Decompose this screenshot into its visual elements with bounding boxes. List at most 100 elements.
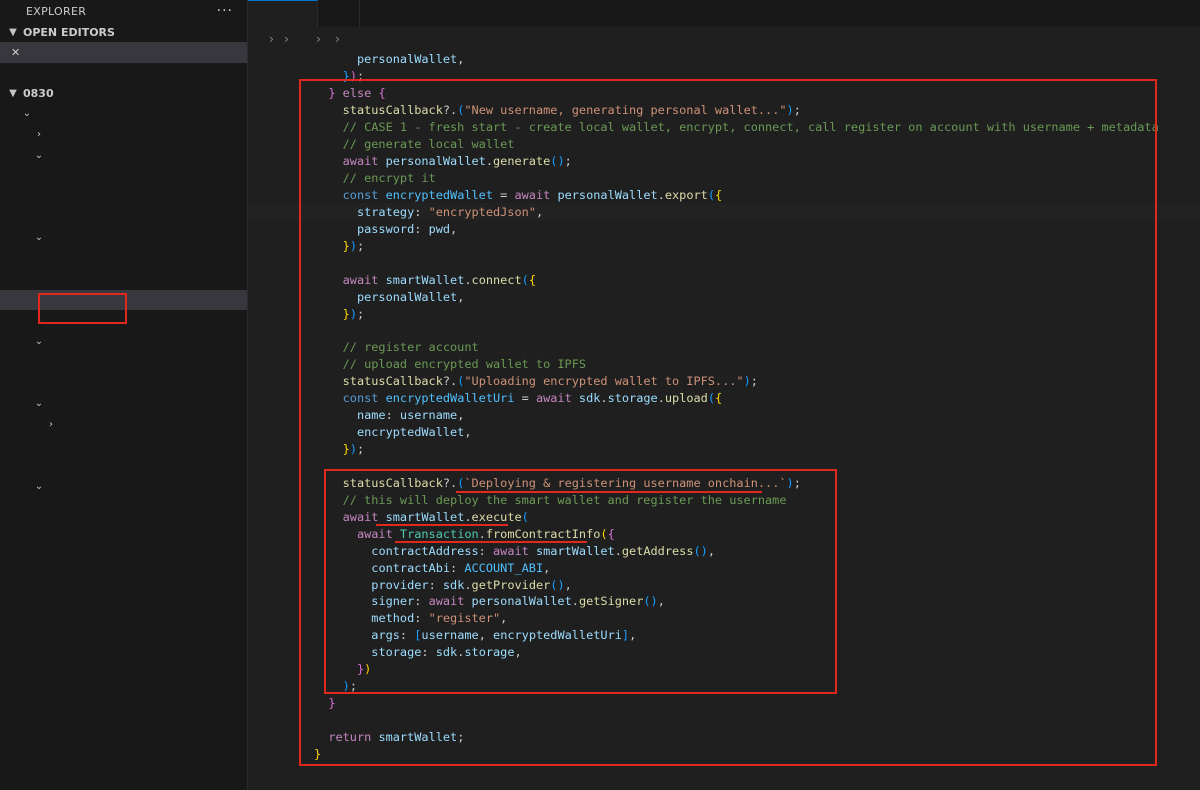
folder-item[interactable]: ⌄ — [0, 145, 247, 166]
code-line[interactable]: const encryptedWallet = await personalWa… — [248, 187, 1200, 204]
folder-item[interactable]: ⌄ — [0, 331, 247, 352]
code-line[interactable] — [248, 254, 1200, 271]
folder-item[interactable]: ⌄ — [0, 393, 247, 414]
code-token: . — [464, 272, 472, 287]
code-line[interactable]: } — [248, 695, 1200, 712]
code-line[interactable]: const encryptedWalletUri = await sdk.sto… — [248, 390, 1200, 407]
file-item[interactable] — [0, 579, 247, 600]
folder-item[interactable]: › — [0, 310, 247, 331]
file-item[interactable] — [0, 621, 247, 642]
file-item[interactable] — [0, 724, 247, 745]
file-item[interactable] — [0, 641, 247, 662]
file-item[interactable] — [0, 248, 247, 269]
code-line[interactable] — [248, 322, 1200, 339]
file-item[interactable] — [0, 662, 247, 683]
code-line[interactable]: method: "register", — [248, 610, 1200, 627]
file-item[interactable] — [0, 372, 247, 393]
file-item[interactable] — [0, 683, 247, 704]
code-line[interactable]: signer: await personalWallet.getSigner()… — [248, 593, 1200, 610]
code-line[interactable]: // CASE 1 - fresh start - create local w… — [248, 119, 1200, 136]
code-line[interactable]: statusCallback?.("Uploading encrypted wa… — [248, 373, 1200, 390]
file-item[interactable] — [0, 269, 247, 290]
chevron-right-icon: › — [335, 30, 340, 46]
code-line[interactable]: strategy: "encryptedJson", — [248, 203, 1200, 221]
close-icon[interactable]: ✕ — [11, 46, 20, 59]
code-token: ) — [349, 69, 357, 84]
code-line[interactable]: statusCallback?.(`Deploying & registerin… — [248, 474, 1200, 491]
folder-item[interactable]: ⌄ — [0, 476, 247, 497]
code-line[interactable]: } — [248, 745, 1200, 762]
code-line[interactable]: await smartWallet.connect({ — [248, 271, 1200, 288]
file-item[interactable] — [0, 538, 247, 559]
file-item[interactable] — [0, 600, 247, 621]
code-line[interactable]: ); — [248, 678, 1200, 695]
code-line[interactable] — [248, 458, 1200, 475]
workspace-section[interactable]: ▼ 0830 — [0, 83, 247, 103]
code-line[interactable]: // this will deploy the smart wallet and… — [248, 491, 1200, 508]
code-token: } — [328, 696, 336, 711]
open-editor-item[interactable] — [0, 63, 247, 84]
code-text: name: username, — [314, 408, 464, 422]
code-line[interactable]: // encrypt it — [248, 170, 1200, 187]
file-item[interactable] — [0, 434, 247, 455]
code-line[interactable] — [248, 712, 1200, 729]
code-line[interactable]: await personalWallet.generate(); — [248, 153, 1200, 170]
code-line[interactable]: personalWallet, — [248, 51, 1200, 68]
code-line[interactable]: }); — [248, 305, 1200, 322]
folder-item[interactable]: › — [0, 124, 247, 145]
code-line[interactable]: await Transaction.fromContractInfo({ — [248, 525, 1200, 542]
code-line[interactable] — [248, 762, 1200, 779]
code-line[interactable]: args: [username, encryptedWalletUri], — [248, 627, 1200, 644]
file-item[interactable] — [0, 559, 247, 580]
file-item[interactable] — [0, 745, 247, 766]
folder-item[interactable]: ⌄ — [0, 103, 247, 124]
code-line[interactable]: contractAddress: await smartWallet.getAd… — [248, 542, 1200, 559]
file-item[interactable] — [0, 517, 247, 538]
code-editor[interactable]: personalWallet, }); } else { statusCallb… — [248, 51, 1200, 790]
code-line[interactable]: await smartWallet.execute( — [248, 508, 1200, 525]
code-token: else — [342, 86, 372, 101]
code-token: ; — [356, 238, 365, 253]
tab-addresses-ts[interactable] — [318, 0, 360, 27]
code-token: personalWallet — [356, 52, 458, 67]
code-token: contractAddress — [371, 543, 479, 558]
code-line[interactable]: }); — [248, 237, 1200, 254]
more-actions-icon[interactable]: ··· — [217, 3, 233, 19]
tab-wallet-ts[interactable] — [248, 0, 318, 27]
file-item[interactable] — [0, 207, 247, 228]
code-line[interactable]: }) — [248, 661, 1200, 678]
file-item[interactable] — [0, 186, 247, 207]
code-line[interactable]: password: pwd, — [248, 220, 1200, 237]
code-token: // register account — [342, 340, 479, 355]
code-line[interactable]: personalWallet, — [248, 288, 1200, 305]
code-line[interactable]: // register account — [248, 339, 1200, 356]
folder-item[interactable]: › — [0, 414, 247, 435]
code-line[interactable]: provider: sdk.getProvider(), — [248, 576, 1200, 593]
file-item[interactable] — [0, 455, 247, 476]
code-line[interactable]: encryptedWallet, — [248, 424, 1200, 441]
code-text: } — [314, 747, 321, 761]
file-item[interactable] — [0, 496, 247, 517]
code-line[interactable]: // upload encrypted wallet to IPFS — [248, 356, 1200, 373]
chevron-down-icon: ⌄ — [34, 335, 44, 347]
code-line[interactable]: name: username, — [248, 407, 1200, 424]
file-item[interactable] — [0, 352, 247, 373]
code-text: statusCallback?.("Uploading encrypted wa… — [314, 374, 758, 388]
file-item[interactable] — [0, 289, 247, 311]
code-line[interactable]: return smartWallet; — [248, 729, 1200, 746]
file-item[interactable] — [0, 703, 247, 724]
code-line[interactable]: contractAbi: ACCOUNT_ABI, — [248, 559, 1200, 576]
code-line[interactable]: statusCallback?.("New username, generati… — [248, 102, 1200, 119]
file-item[interactable] — [0, 165, 247, 186]
code-line[interactable]: storage: sdk.storage, — [248, 644, 1200, 661]
open-editor-item[interactable]: ✕ — [0, 42, 247, 63]
code-line[interactable]: }); — [248, 441, 1200, 458]
code-line[interactable]: // generate local wallet — [248, 136, 1200, 153]
folder-item[interactable]: ⌄ — [0, 228, 247, 249]
code-line[interactable]: } else { — [248, 85, 1200, 102]
open-editors-section[interactable]: ▼ OPEN EDITORS — [0, 22, 247, 42]
code-line[interactable]: }); — [248, 68, 1200, 85]
